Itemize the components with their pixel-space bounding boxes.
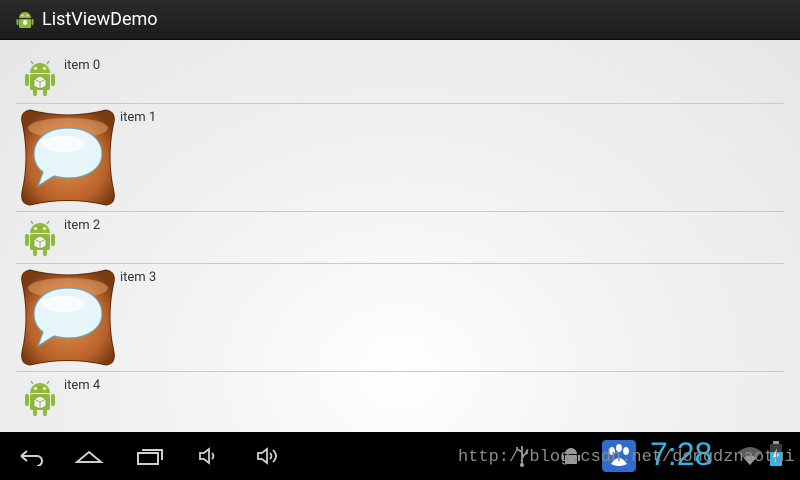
message-bubble-icon xyxy=(18,266,118,369)
list-item-label: item 4 xyxy=(64,378,101,393)
list-item[interactable]: item 2 xyxy=(16,212,784,264)
list-item[interactable]: item 1 xyxy=(16,104,784,212)
list-view[interactable]: item 0 item 1 item 2 item 3 item 4 xyxy=(16,52,784,424)
list-item[interactable]: item 3 xyxy=(16,264,784,372)
back-icon[interactable] xyxy=(16,444,46,468)
action-bar: ListViewDemo xyxy=(0,0,800,40)
android-robot-icon xyxy=(18,55,62,99)
content-area: item 0 item 1 item 2 item 3 item 4 xyxy=(0,40,800,432)
volume-down-icon[interactable] xyxy=(194,444,224,468)
app-icon xyxy=(12,7,38,33)
list-item-label: item 2 xyxy=(64,218,101,233)
list-item[interactable]: item 0 xyxy=(16,52,784,104)
list-item-label: item 3 xyxy=(120,270,157,285)
list-item-label: item 0 xyxy=(64,58,101,73)
volume-up-icon[interactable] xyxy=(254,444,284,468)
home-icon[interactable] xyxy=(74,444,104,468)
android-robot-icon xyxy=(18,375,62,419)
recent-apps-icon[interactable] xyxy=(134,444,164,468)
watermark-url: http://blog.csdn.net/dongdznaotui xyxy=(458,448,795,467)
message-bubble-icon xyxy=(18,106,118,209)
list-item-label: item 1 xyxy=(120,110,157,125)
android-robot-icon xyxy=(18,215,62,259)
list-item[interactable]: item 4 xyxy=(16,372,784,424)
app-title: ListViewDemo xyxy=(42,9,158,30)
